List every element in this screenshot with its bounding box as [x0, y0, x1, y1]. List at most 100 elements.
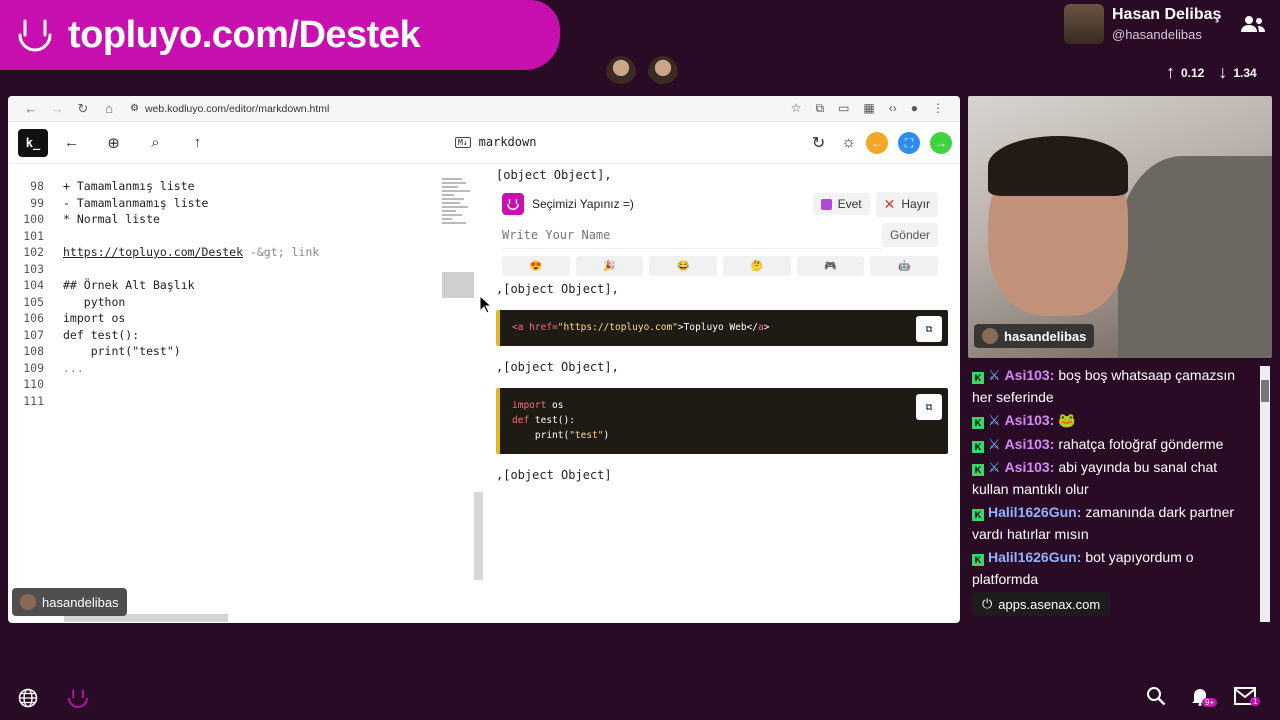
sidebar-icon[interactable]: ▭ [838, 101, 849, 116]
party-emoji-icon[interactable]: 🎉 [575, 256, 644, 276]
back-icon[interactable]: ← [18, 101, 44, 116]
editor-line: 100 * Normal liste [23, 212, 160, 227]
send-button[interactable]: Gönder [881, 223, 938, 247]
code-icon[interactable]: ‹› [889, 101, 897, 116]
thinking-emoji-icon[interactable]: 🤔 [723, 256, 791, 276]
upload-value: 0.12 [1181, 65, 1205, 80]
chat-message: K ⚔ Asi103: boş boş whatsaap çamazsın her s… [972, 367, 1236, 405]
document-title: M↓ markdown [455, 135, 536, 149]
sword-icon: ⚔ [988, 367, 1001, 383]
download-value: 1.34 [1233, 65, 1257, 80]
globe-icon[interactable] [18, 688, 38, 713]
search-icon[interactable] [1146, 686, 1166, 711]
webcam-name-tag: hasandelibas [974, 324, 1095, 348]
sword-icon: ⚔ [988, 435, 1001, 452]
mail-icon[interactable]: 1 [1234, 687, 1261, 710]
avatar [648, 56, 678, 90]
editor-line: 104 ## Örnek Alt Başlık [23, 278, 195, 293]
smile-icon [14, 14, 56, 56]
editor-link[interactable]: https://topluyo.com/Destek [63, 245, 243, 259]
poll-widget: Seçimizi Yapınız =) Evet ✕Hayır Gönder 😍… [502, 191, 939, 276]
robot-emoji-icon[interactable]: 🤖 [870, 256, 939, 276]
badge-icon: K [972, 554, 984, 566]
people-icon[interactable] [1240, 14, 1266, 39]
menu-icon[interactable]: ⋮ [932, 101, 944, 116]
reload-icon[interactable]: ↻ [70, 101, 96, 117]
copy-icon[interactable]: ⧉ [916, 394, 942, 420]
bookmark-star-icon[interactable]: ☆ [791, 101, 802, 116]
upload-icon[interactable]: ↑ [179, 134, 216, 151]
bottom-right-bar: 9+ 1 [1146, 686, 1261, 711]
url-field[interactable]: ⚙ web.kodluyo.com/editor/markdown.html [130, 103, 791, 115]
badge-icon: K [972, 417, 984, 429]
mail-badge: 1 [1250, 697, 1261, 706]
badge-icon: K [972, 372, 984, 384]
title-text: markdown [478, 135, 537, 149]
sword-icon: ⚔ [988, 412, 1001, 428]
editor-line: 110 [23, 377, 44, 392]
code-editor[interactable]: 98 + Tamamlanmış liste 99- Tamamlanmamış … [8, 164, 440, 623]
search-icon[interactable]: ⌕ [137, 134, 174, 151]
object-text: ,[object Object] [496, 468, 612, 482]
chat-scrollbar[interactable] [1260, 366, 1270, 622]
minimap[interactable] [442, 176, 476, 298]
game-emoji-icon[interactable]: 🎮 [796, 256, 865, 276]
poll-title: Seçimizi Yapınız =) [532, 197, 634, 211]
chat-message: K ⚔ Asi103: 🐸 [968, 409, 1258, 433]
editor-line: 99- Tamamlanmamış liste [30, 195, 209, 210]
site-info-icon[interactable]: ⚙ [130, 103, 139, 114]
url-text: web.kodluyo.com/editor/markdown.html [144, 102, 330, 115]
extensions-icon[interactable]: ⧉ [815, 101, 824, 116]
editor-line: 102 https://topluyo.com/Destek -&gt; link [23, 245, 320, 260]
markdown-icon: M↓ [455, 136, 471, 148]
editor-line: 101 [23, 228, 44, 243]
preview-scrollbar[interactable] [474, 492, 483, 580]
network-stats: ↑ 0.12 ↓ 1.34 [1166, 62, 1257, 83]
editor-line: 105 python [23, 294, 126, 309]
back-arrow-icon[interactable]: ← [53, 134, 90, 151]
editor-line: 107 def test(): [23, 327, 140, 342]
refresh-icon[interactable]: ↻ [812, 133, 825, 153]
badge-icon: K [972, 464, 984, 476]
profile-icon[interactable]: ● [911, 101, 918, 116]
notification-badge: 9+ [1202, 698, 1218, 707]
name-input[interactable] [502, 221, 882, 249]
right-panel-button[interactable]: → [930, 132, 952, 154]
streamer-profile[interactable]: Hasan Delibaş @hasandelibas [1064, 4, 1221, 44]
webcam-feed: hasandelibas [968, 96, 1272, 358]
streamer-name: Hasan Delibaş [1112, 6, 1222, 23]
copy-icon[interactable]: ⧉ [916, 316, 942, 342]
address-bar: ← → ↻ ⌂ ⚙ web.kodluyo.com/editor/markdow… [8, 96, 960, 122]
apps-icon[interactable]: ▦ [863, 101, 874, 116]
topluyo-logo-icon[interactable] [66, 686, 90, 715]
streamer-tag: hasandelibas [12, 588, 127, 616]
fullscreen-button[interactable]: ⛶ [898, 132, 920, 154]
chat-message: K ⚔ Asi103: rahatça fotoğraf gönderme [968, 433, 1258, 457]
avatar [20, 594, 36, 610]
chat-message: K ⚔ Asi103: abi yayında bu sanal chat kulla… [972, 459, 1218, 497]
home-icon[interactable]: ⌂ [96, 101, 122, 116]
chat-panel: K ⚔ Asi103: boş boş whatsaap çamazsın her s… [968, 364, 1258, 624]
minimap-viewport[interactable] [442, 272, 474, 298]
editor-line: 108 print("test") [23, 344, 181, 359]
viewer-avatars [606, 56, 678, 90]
zoom-in-icon[interactable]: ⊕ [95, 134, 132, 152]
editor-toolbar: k_ ← ⊕ ⌕ ↑ M↓ markdown ↻ ☼ ← ⛶ → [8, 122, 960, 164]
bell-icon[interactable]: 9+ [1190, 686, 1218, 711]
bottom-left-bar [18, 686, 90, 715]
forward-icon[interactable]: → [44, 101, 70, 116]
app-logo[interactable]: k_ [18, 128, 48, 157]
heart-eyes-emoji-icon[interactable]: 😍 [502, 256, 570, 276]
badge-icon: K [972, 440, 984, 453]
laugh-emoji-icon[interactable]: 😂 [649, 256, 718, 276]
theme-sun-icon[interactable]: ☼ [841, 134, 856, 152]
avatar [982, 328, 998, 344]
left-panel-button[interactable]: ← [866, 132, 888, 154]
yes-button[interactable]: Evet [812, 193, 870, 215]
no-button[interactable]: ✕ Hayır [875, 191, 938, 217]
smile-icon [502, 193, 524, 215]
reaction-row: 😍 🎉 😂 🤔 🎮 🤖 [502, 256, 939, 276]
object-text: ,[object Object], [496, 282, 619, 296]
close-icon: ✕ [883, 195, 896, 212]
sword-icon: ⚔ [988, 459, 1001, 475]
